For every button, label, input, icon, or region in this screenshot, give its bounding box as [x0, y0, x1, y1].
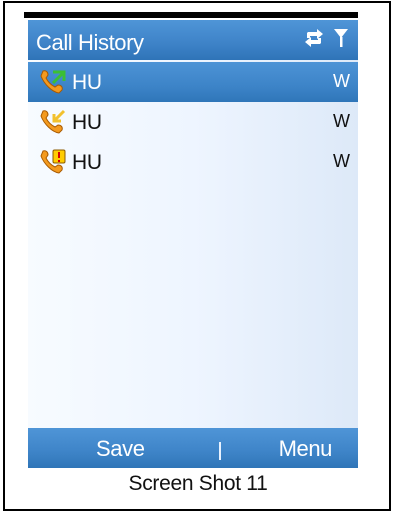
title-bar: Call History	[28, 20, 358, 60]
call-row-outgoing[interactable]: HU W	[28, 62, 358, 102]
softkey-divider	[219, 442, 221, 460]
call-row-missed[interactable]: HU W	[28, 142, 358, 182]
call-time: W	[333, 151, 350, 171]
call-history-list: HU W HU W HU W	[28, 62, 358, 422]
incoming-call-icon	[38, 108, 68, 136]
caller-name: HU	[72, 71, 102, 94]
call-time: W	[333, 111, 350, 131]
caption: Screen Shot 11	[128, 472, 268, 495]
call-time: W	[333, 71, 350, 91]
menu-softkey[interactable]: Menu	[279, 436, 333, 462]
status-icons	[302, 27, 350, 49]
outgoing-call-icon	[38, 68, 68, 96]
top-divider	[24, 12, 358, 18]
caller-name: HU	[72, 151, 102, 174]
save-softkey[interactable]: Save	[96, 436, 145, 462]
caller-name: HU	[72, 111, 102, 134]
softkey-bar: Save Menu	[28, 428, 358, 468]
call-row-incoming[interactable]: HU W	[28, 102, 358, 142]
signal-icon	[332, 27, 350, 49]
phone-screen: Call History HU W HU W HU W Save Menu	[28, 20, 358, 468]
page-title: Call History	[36, 30, 144, 55]
sync-icon	[302, 27, 326, 49]
missed-call-icon	[38, 148, 68, 176]
